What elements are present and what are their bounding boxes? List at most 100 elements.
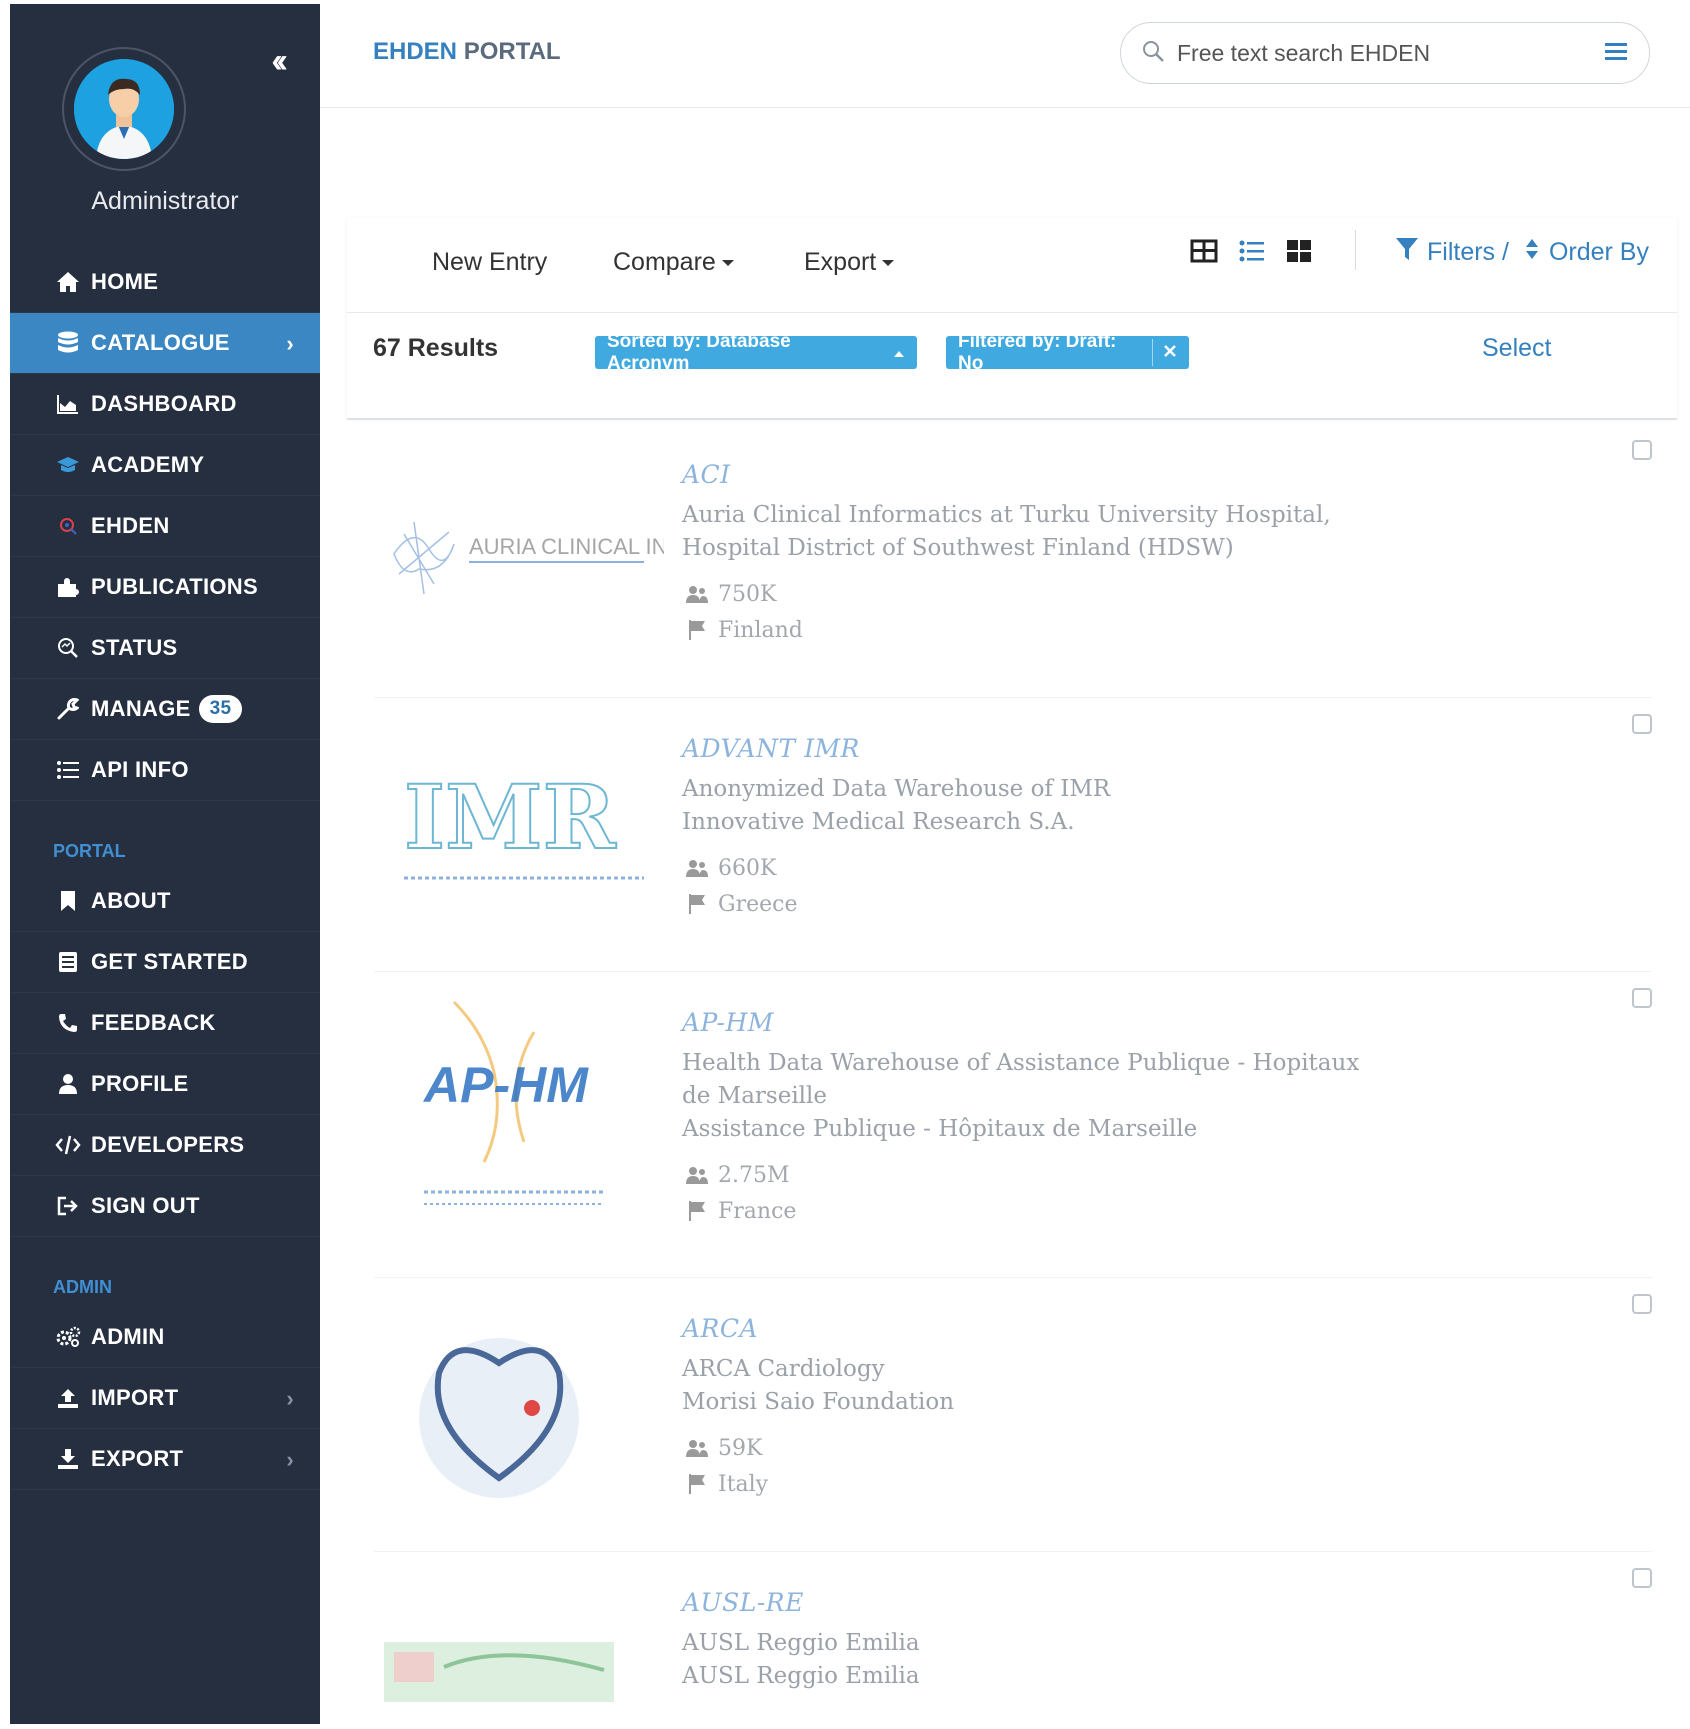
entry-acronym[interactable]: ADVANT IMR — [682, 734, 1382, 763]
entry-country: France — [682, 1194, 1382, 1228]
grid-view-icon[interactable] — [1285, 238, 1313, 269]
sidebar-item-label: FEEDBACK — [91, 1010, 216, 1035]
entry-persons: 660K — [682, 851, 1382, 885]
list-item[interactable]: IMR ADVANT IMR Anonymized Data Warehouse… — [374, 698, 1652, 972]
sidebar-item-sign-out[interactable]: SIGN OUT — [10, 1176, 320, 1237]
puzzle-icon — [53, 576, 83, 598]
entry-name: ARCA Cardiology — [682, 1356, 885, 1382]
list-view-icon[interactable] — [1238, 238, 1266, 269]
hamburger-menu-icon[interactable] — [1603, 41, 1629, 68]
export-dropdown[interactable]: Export — [804, 248, 895, 277]
sign-out-icon — [53, 1196, 83, 1216]
entry-details: AP-HM Health Data Warehouse of Assistanc… — [682, 1008, 1382, 1228]
sidebar-item-developers[interactable]: DEVELOPERS — [10, 1115, 320, 1176]
search-input[interactable] — [1175, 38, 1599, 68]
select-checkbox[interactable] — [1632, 1568, 1652, 1588]
entry-country: Finland — [682, 613, 1382, 647]
list-item[interactable]: AURIA CLINICAL INFORMATICS ACI Auria Cli… — [374, 424, 1652, 698]
list-item[interactable]: ARCA ARCA Cardiology Morisi Saio Foundat… — [374, 1278, 1652, 1552]
entry-organisation: Morisi Saio Foundation — [682, 1389, 955, 1415]
sidebar-item-export[interactable]: EXPORT › — [10, 1429, 320, 1490]
select-checkbox[interactable] — [1632, 988, 1652, 1008]
sidebar-item-label: PROFILE — [91, 1071, 189, 1096]
sidebar-item-publications[interactable]: PUBLICATIONS — [10, 557, 320, 618]
portal-section-title: PORTAL — [53, 841, 126, 861]
filter-icon — [1395, 236, 1419, 269]
persons-count: 660K — [718, 855, 777, 881]
entry-details: ADVANT IMR Anonymized Data Warehouse of … — [682, 734, 1382, 921]
entry-persons: 59K — [682, 1431, 1382, 1465]
entry-country: Greece — [682, 887, 1382, 921]
wrench-icon — [53, 698, 83, 720]
sidebar-item-api-info[interactable]: API INFO — [10, 740, 320, 801]
sidebar-item-label: DEVELOPERS — [91, 1132, 245, 1157]
filter-chip-label: Filtered by: Draft: No — [958, 330, 1117, 374]
code-icon — [53, 1135, 83, 1155]
sidebar-item-label: MANAGE — [91, 696, 191, 721]
sidebar-item-label: API INFO — [91, 757, 189, 782]
close-icon[interactable] — [1163, 342, 1177, 364]
database-logo: AURIA CLINICAL INFORMATICS — [374, 424, 795, 697]
sidebar-item-label: SIGN OUT — [91, 1193, 200, 1218]
page-brand[interactable]: EHDEN PORTAL — [373, 38, 561, 66]
table-view-icon[interactable] — [1190, 238, 1218, 269]
sidebar-item-ehden[interactable]: EHDEN — [10, 496, 320, 557]
select-checkbox[interactable] — [1632, 714, 1652, 734]
entry-acronym[interactable]: ARCA — [682, 1314, 1382, 1343]
select-checkbox[interactable] — [1632, 440, 1652, 460]
logo-text: IMR — [404, 765, 617, 869]
sidebar-item-import[interactable]: IMPORT › — [10, 1368, 320, 1429]
database-logo: IMR — [374, 698, 664, 971]
filters-label: Filters / — [1427, 238, 1509, 266]
persons-count: 2.75M — [718, 1162, 790, 1188]
sidebar-item-get-started[interactable]: GET STARTED — [10, 932, 320, 993]
header-divider — [320, 107, 1690, 108]
sidebar-item-dashboard[interactable]: DASHBOARD — [10, 374, 320, 435]
entry-name: Health Data Warehouse of Assistance Publ… — [682, 1050, 1360, 1109]
sidebar-item-admin[interactable]: ADMIN — [10, 1307, 320, 1368]
list-divider — [347, 418, 1677, 420]
avatar[interactable] — [62, 47, 186, 171]
user-avatar-image — [74, 59, 174, 159]
chevrons-left-icon[interactable]: ‹‹ — [271, 42, 287, 81]
upload-icon — [53, 1387, 83, 1409]
new-entry-button[interactable]: New Entry — [432, 248, 547, 277]
brand-secondary: PORTAL — [463, 38, 561, 65]
compare-dropdown[interactable]: Compare — [613, 248, 734, 277]
sidebar-item-status[interactable]: STATUS — [10, 618, 320, 679]
sidebar: ‹‹ Administrator HOME CATALOGUE › DASHBO… — [10, 4, 320, 1724]
sort-icon — [1525, 238, 1539, 267]
search-box[interactable] — [1120, 22, 1650, 84]
sidebar-item-academy[interactable]: ACADEMY — [10, 435, 320, 496]
sidebar-item-label: GET STARTED — [91, 949, 248, 974]
select-checkbox[interactable] — [1632, 1294, 1652, 1314]
list-item[interactable]: AUSL-RE AUSL Reggio Emilia AUSL Reggio E… — [374, 1552, 1652, 1724]
sidebar-item-about[interactable]: ABOUT — [10, 871, 320, 932]
entry-name: Auria Clinical Informatics at Turku Univ… — [682, 502, 1331, 561]
entry-acronym[interactable]: ACI — [682, 460, 1382, 489]
filter-chip[interactable]: Filtered by: Draft: No — [946, 331, 1189, 374]
entry-organisation: AUSL Reggio Emilia — [682, 1663, 920, 1689]
country-name: Greece — [718, 891, 798, 917]
sidebar-item-profile[interactable]: PROFILE — [10, 1054, 320, 1115]
entry-persons: 750K — [682, 577, 1382, 611]
users-icon — [682, 1438, 712, 1458]
users-icon — [682, 1165, 712, 1185]
user-icon — [53, 1073, 83, 1095]
sort-chip[interactable]: Sorted by: Database Acronym — [595, 331, 917, 374]
list-item[interactable]: AP-HM AP-HM Health Data Warehouse of Ass… — [374, 972, 1652, 1278]
sidebar-item-manage[interactable]: MANAGE 35 — [10, 679, 320, 740]
chevron-right-icon: › — [286, 1447, 294, 1472]
select-link[interactable]: Select — [1482, 334, 1551, 363]
persons-count: 750K — [718, 581, 777, 607]
caret-down-icon — [882, 260, 895, 267]
sort-chip-label: Sorted by: Database Acronym — [607, 330, 791, 374]
entry-acronym[interactable]: AUSL-RE — [682, 1588, 1382, 1617]
filters-order-button[interactable]: Filters / Order By — [1395, 236, 1649, 269]
entry-acronym[interactable]: AP-HM — [682, 1008, 1382, 1037]
sidebar-item-feedback[interactable]: FEEDBACK — [10, 993, 320, 1054]
sidebar-item-catalogue[interactable]: CATALOGUE › — [10, 313, 320, 374]
compare-label: Compare — [613, 248, 716, 276]
sidebar-item-home[interactable]: HOME — [10, 252, 320, 313]
home-icon — [53, 271, 83, 293]
